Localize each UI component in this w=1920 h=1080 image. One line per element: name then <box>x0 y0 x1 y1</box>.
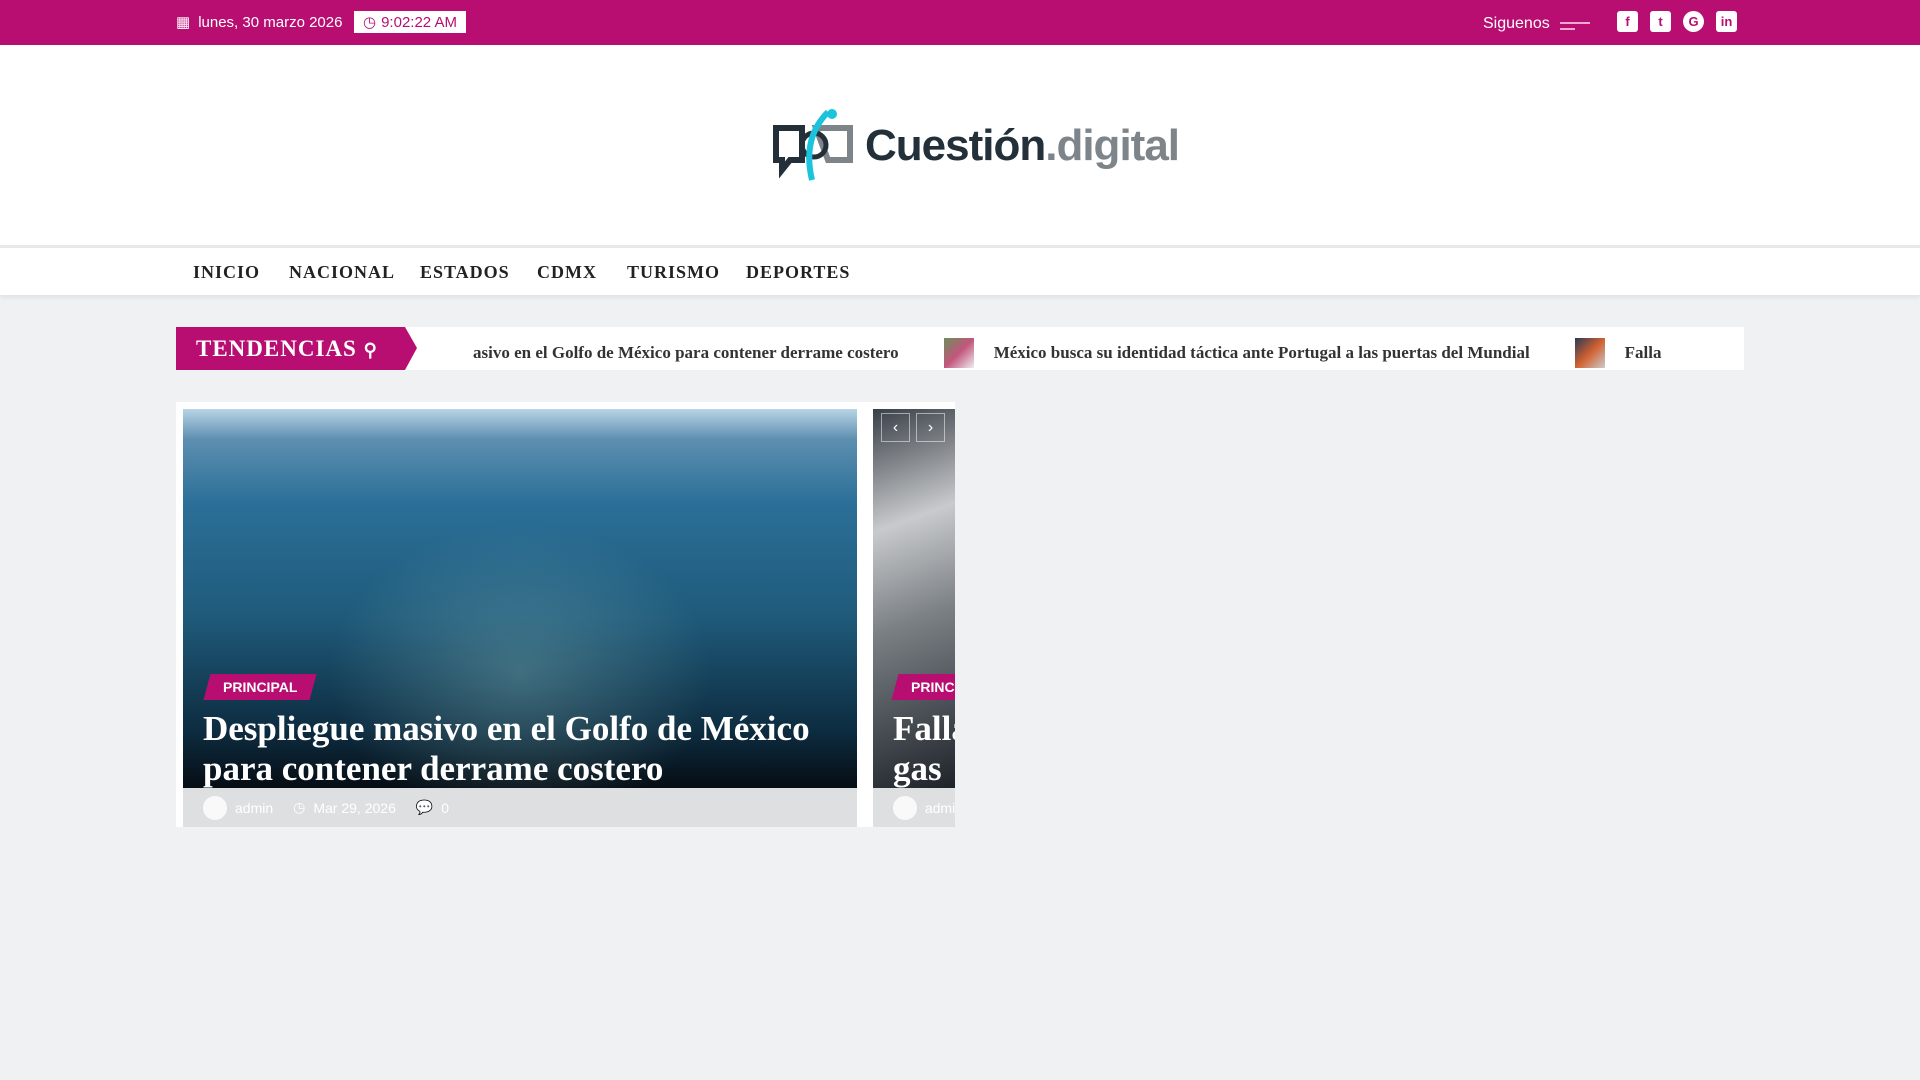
nav-inicio[interactable]: INICIO <box>193 262 260 283</box>
category-badge[interactable]: PRINCIPAL <box>891 674 955 700</box>
trending-label: TENDENCIAS ⚲ <box>176 327 417 370</box>
running-person-icon: ⚲ <box>363 340 378 360</box>
post-date[interactable]: Mar 29, 2026 <box>313 800 396 816</box>
follow-label: Siguenos <box>1483 15 1550 32</box>
ticker-thumbnail <box>943 338 974 368</box>
clock: ◷ 9:02:22 AM <box>354 11 466 33</box>
nav-nacional[interactable]: NACIONAL <box>289 262 395 283</box>
nav-deportes[interactable]: DEPORTES <box>746 262 850 283</box>
ticker-item[interactable]: asivo en el Golfo de México para contene… <box>473 343 899 363</box>
clock-icon: ◷ <box>363 14 377 31</box>
top-bar: ▦ lunes, 30 marzo 2026 ◷ 9:02:22 AM Siguen… <box>0 0 1920 45</box>
ticker-items: asivo en el Golfo de México para contene… <box>473 338 1662 368</box>
nav-cdmx[interactable]: CDMX <box>537 262 597 283</box>
featured-slider: PRINCIPAL Despliegue masivo en el Golfo … <box>176 402 955 827</box>
category-badge[interactable]: PRINCIPAL <box>203 674 317 700</box>
date: ▦ lunes, 30 marzo 2026 <box>176 13 343 32</box>
nav-turismo[interactable]: TURISMO <box>627 262 720 283</box>
next-arrow-icon[interactable]: › <box>916 413 945 442</box>
user-icon <box>893 795 917 820</box>
slide-card[interactable]: PRINCIPAL Despliegue masivo en el Golfo … <box>183 409 857 827</box>
author[interactable]: admin <box>235 800 273 816</box>
nav-estados[interactable]: ESTADOS <box>420 262 510 283</box>
logo-text: Cuestión.digital <box>865 120 1180 170</box>
calendar-icon: ▦ <box>176 14 191 31</box>
main-nav: INICIO NACIONAL ESTADOS CDMX TURISMO DEP… <box>0 245 1920 295</box>
twitter-icon[interactable]: t <box>1650 11 1671 32</box>
ticker-item[interactable]: Falla <box>1625 343 1662 363</box>
site-logo[interactable]: Cuestión.digital <box>772 108 1180 183</box>
slide-title[interactable]: Falla gas <box>893 709 955 789</box>
slide-title[interactable]: Despliegue masivo en el Golfo de México … <box>203 709 853 789</box>
comment-icon: 💬 <box>415 799 434 815</box>
trending-ticker: asivo en el Golfo de México para contene… <box>176 327 1744 370</box>
google-plus-icon[interactable]: G <box>1683 11 1704 32</box>
ticker-thumbnail <box>1574 338 1605 368</box>
author[interactable]: admin <box>925 800 955 816</box>
linkedin-icon[interactable]: in <box>1716 11 1737 32</box>
slide-meta: admin <box>873 788 955 827</box>
clock-icon: ◷ <box>293 799 306 815</box>
prev-arrow-icon[interactable]: ‹ <box>881 413 910 442</box>
lines-decoration <box>1560 22 1590 34</box>
user-icon <box>203 795 227 820</box>
logo-mark-icon <box>773 109 853 181</box>
ticker-item[interactable]: México busca su identidad táctica ante P… <box>994 343 1530 363</box>
social-links: f t G in <box>1617 11 1737 32</box>
facebook-icon[interactable]: f <box>1617 11 1638 32</box>
slide-card[interactable]: ‹ › PRINCIPAL Falla gas admin <box>873 409 955 827</box>
slide-meta: admin ◷ Mar 29, 2026 💬 0 <box>183 788 857 827</box>
comment-count: 0 <box>441 799 450 816</box>
site-header: Cuestión.digital <box>0 45 1920 245</box>
